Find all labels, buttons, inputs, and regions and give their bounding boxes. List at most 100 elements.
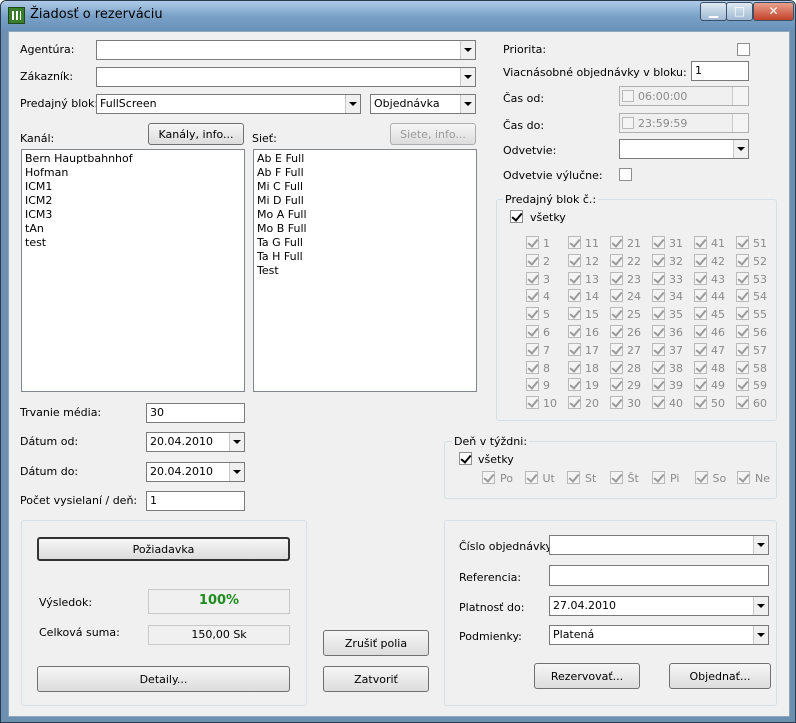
blok-checkbox-27[interactable] <box>610 342 623 356</box>
maximize-button[interactable]: □ <box>726 2 753 21</box>
list-item[interactable]: test <box>25 236 241 250</box>
zatvorit-button[interactable]: Zatvoriť <box>323 666 429 692</box>
cislo-objednavky-combo[interactable] <box>549 535 769 555</box>
blok-checkbox-8[interactable] <box>526 360 539 374</box>
blok-checkbox-10[interactable] <box>526 396 539 410</box>
blok-checkbox-13[interactable] <box>568 271 581 285</box>
blok-checkbox-49[interactable] <box>694 378 707 392</box>
typ-combo[interactable]: Objednávka <box>370 94 476 114</box>
den-checkbox-0[interactable] <box>482 471 495 484</box>
blok-checkbox-52[interactable] <box>736 253 749 267</box>
blok-checkbox-6[interactable] <box>526 325 539 338</box>
chevron-down-icon[interactable] <box>460 41 475 59</box>
blok-checkbox-55[interactable] <box>736 307 749 321</box>
referencia-input[interactable] <box>549 565 769 586</box>
list-item[interactable]: Test <box>257 264 473 278</box>
blok-checkbox-22[interactable] <box>610 253 623 267</box>
blok-checkbox-32[interactable] <box>652 253 665 267</box>
blok-checkbox-41[interactable] <box>694 236 707 249</box>
blok-checkbox-17[interactable] <box>568 342 581 356</box>
blok-checkbox-23[interactable] <box>610 271 623 285</box>
blok-checkbox-18[interactable] <box>568 360 581 374</box>
rezervovat-button[interactable]: Rezervovať... <box>534 663 640 689</box>
cas-do-checkbox[interactable] <box>622 117 634 129</box>
objednat-button[interactable]: Objednať... <box>669 663 771 689</box>
blok-checkbox-46[interactable] <box>694 325 707 338</box>
blok-checkbox-31[interactable] <box>652 236 665 249</box>
platnost-picker[interactable]: 27.04.2010 <box>549 596 769 616</box>
chevron-down-icon[interactable] <box>229 433 244 451</box>
list-item[interactable]: Mo B Full <box>257 222 473 236</box>
datum-do-picker[interactable]: 20.04.2010 <box>146 462 245 482</box>
blok-checkbox-1[interactable] <box>526 236 539 249</box>
spin-up-icon[interactable] <box>732 87 748 96</box>
blok-checkbox-36[interactable] <box>652 325 665 338</box>
blok-checkbox-54[interactable] <box>736 289 749 303</box>
blok-checkbox-25[interactable] <box>610 307 623 321</box>
odvetvie-vylucne-checkbox[interactable] <box>619 168 632 181</box>
den-checkbox-1[interactable] <box>524 471 538 484</box>
zrusit-polia-button[interactable]: Zrušiť polia <box>323 630 429 656</box>
list-item[interactable]: Mo A Full <box>257 208 473 222</box>
blok-checkbox-42[interactable] <box>694 253 707 267</box>
blok-checkbox-4[interactable] <box>526 289 539 303</box>
blok-checkbox-58[interactable] <box>736 360 749 374</box>
list-item[interactable]: Ta G Full <box>257 236 473 250</box>
blok-checkbox-26[interactable] <box>610 325 623 338</box>
blok-checkbox-30[interactable] <box>610 396 623 410</box>
priorita-checkbox[interactable] <box>737 43 750 56</box>
list-item[interactable]: Ab E Full <box>257 152 473 166</box>
den-checkbox-4[interactable] <box>652 471 665 484</box>
trvanie-input[interactable]: 30 <box>146 403 245 423</box>
blok-checkbox-45[interactable] <box>694 307 707 321</box>
list-item[interactable]: ICM2 <box>25 194 241 208</box>
blok-checkbox-2[interactable] <box>526 253 539 267</box>
poziadavka-button[interactable]: Požiadavka <box>37 537 290 561</box>
blok-checkbox-19[interactable] <box>568 378 581 392</box>
blok-vsetky-checkbox[interactable] <box>510 210 523 223</box>
blok-checkbox-56[interactable] <box>736 325 749 338</box>
blok-checkbox-47[interactable] <box>694 342 707 356</box>
close-button[interactable]: ✕ <box>753 2 794 21</box>
cas-do-spinner[interactable]: 23:59:59 <box>619 113 749 133</box>
blok-checkbox-11[interactable] <box>568 236 581 249</box>
list-item[interactable]: Ta H Full <box>257 250 473 264</box>
list-item[interactable]: tAn <box>25 222 241 236</box>
blok-checkbox-43[interactable] <box>694 271 707 285</box>
blok-checkbox-24[interactable] <box>610 289 623 303</box>
blok-checkbox-48[interactable] <box>694 360 707 374</box>
pocet-input[interactable]: 1 <box>146 491 245 511</box>
blok-checkbox-7[interactable] <box>526 342 539 356</box>
blok-checkbox-51[interactable] <box>736 236 749 249</box>
chevron-down-icon[interactable] <box>345 95 360 113</box>
predajny-blok-combo[interactable]: FullScreen <box>96 94 361 114</box>
list-item[interactable]: ICM1 <box>25 180 241 194</box>
blok-checkbox-21[interactable] <box>610 236 623 249</box>
cas-od-checkbox[interactable] <box>622 90 634 102</box>
chevron-down-icon[interactable] <box>460 68 475 86</box>
title-bar[interactable]: Žiadosť o rezerváciu ▁ □ ✕ <box>1 1 795 31</box>
list-item[interactable]: Bern Hauptbahnhof <box>25 152 241 166</box>
spin-down-icon[interactable] <box>732 96 748 105</box>
chevron-down-icon[interactable] <box>229 463 244 481</box>
chevron-down-icon[interactable] <box>753 597 768 615</box>
blok-checkbox-20[interactable] <box>568 396 581 410</box>
blok-checkbox-53[interactable] <box>736 271 749 285</box>
blok-checkbox-12[interactable] <box>568 253 581 267</box>
blok-checkbox-15[interactable] <box>568 307 581 321</box>
blok-checkbox-50[interactable] <box>694 396 707 410</box>
blok-checkbox-5[interactable] <box>526 307 539 321</box>
blok-checkbox-39[interactable] <box>652 378 665 392</box>
den-checkbox-3[interactable] <box>609 471 623 484</box>
blok-checkbox-40[interactable] <box>652 396 665 410</box>
detaily-button[interactable]: Detaily... <box>37 666 290 692</box>
blok-checkbox-35[interactable] <box>652 307 665 321</box>
kanaly-info-button[interactable]: Kanály, info... <box>148 123 244 145</box>
minimize-button[interactable]: ▁ <box>700 2 727 21</box>
chevron-down-icon[interactable] <box>733 140 748 158</box>
siete-info-button[interactable]: Siete, info... <box>390 123 476 145</box>
blok-checkbox-33[interactable] <box>652 271 665 285</box>
blok-checkbox-28[interactable] <box>610 360 623 374</box>
den-checkbox-6[interactable] <box>737 471 750 484</box>
list-item[interactable]: ICM3 <box>25 208 241 222</box>
